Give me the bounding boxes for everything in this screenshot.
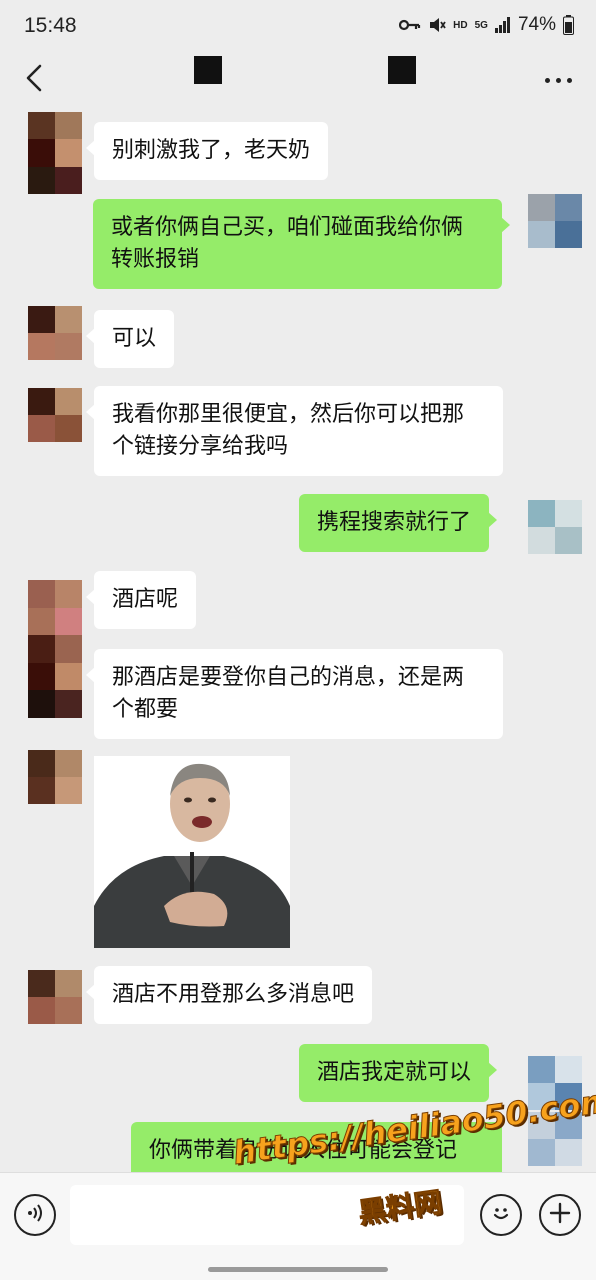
battery-icon [563, 15, 574, 35]
message-text-line: 个链接分享给我吗 [112, 434, 289, 459]
message-text: 酒店呢 [112, 587, 179, 612]
plus-icon [549, 1202, 571, 1228]
message-text-line: 我看你那里很便宜，然后你可以把那 [112, 402, 465, 427]
redacted-title-block [194, 56, 222, 84]
avatar-self[interactable] [528, 500, 582, 554]
message-text-line: 个都要 [112, 697, 179, 722]
message-bubble-outgoing[interactable]: 携程搜索就行了 [299, 494, 498, 552]
avatar-contact[interactable] [28, 580, 82, 718]
ellipsis-icon-dot [566, 77, 572, 83]
message-bubble-incoming[interactable]: 那酒店是要登你自己的消息，还是两 个都要 [86, 649, 503, 739]
ellipsis-icon-dot [555, 77, 561, 83]
chat-message-list[interactable]: 别刺激我了，老天奶 或者你俩自己买，咱们碰面我给你俩 转账报销 可以 我看你那里… [0, 108, 596, 1172]
avatar-contact[interactable] [28, 970, 82, 1024]
chevron-left-icon [25, 64, 43, 96]
status-icons: HD 5G 74% [399, 14, 574, 36]
emoji-button[interactable] [480, 1194, 522, 1236]
message-bubble-outgoing[interactable]: 酒店我定就可以 [299, 1044, 498, 1102]
sticker-person-illustration [94, 756, 290, 948]
message-text: 携程搜索就行了 [317, 510, 472, 535]
message-text-line: 或者你俩自己买，咱们碰面我给你俩 [111, 215, 464, 240]
avatar-contact[interactable] [28, 750, 82, 804]
sticker-image[interactable] [94, 756, 290, 948]
message-text: 别刺激我了，老天奶 [112, 138, 311, 163]
plus-button[interactable] [539, 1194, 581, 1236]
message-text: 酒店我定就可以 [317, 1060, 472, 1085]
home-indicator [208, 1267, 388, 1272]
redacted-title-block [388, 56, 416, 84]
avatar-contact[interactable] [28, 112, 82, 194]
5g-label: 5G [474, 19, 488, 31]
input-bar [0, 1172, 596, 1280]
message-bubble-incoming[interactable]: 我看你那里很便宜，然后你可以把那 个链接分享给我吗 [86, 386, 503, 476]
hd-label: HD [453, 19, 468, 31]
message-text: 可以 [112, 326, 157, 351]
status-time: 15:48 [24, 14, 77, 37]
emoji-icon [489, 1201, 513, 1229]
voice-button[interactable] [14, 1194, 56, 1236]
mute-icon [428, 16, 446, 34]
message-bubble-outgoing[interactable]: 或者你俩自己买，咱们碰面我给你俩 转账报销 [93, 199, 510, 289]
message-bubble-incoming[interactable]: 可以 [85, 310, 175, 368]
message-bubble-incoming[interactable]: 酒店呢 [85, 571, 197, 629]
message-text-line: 转账报销 [111, 247, 200, 272]
battery-percent: 74% [517, 14, 556, 35]
message-bubble-incoming[interactable]: 别刺激我了，老天奶 [85, 122, 329, 180]
message-bubble-incoming[interactable]: 酒店不用登那么多消息吧 [85, 966, 373, 1024]
signal-icon [494, 17, 511, 33]
vpn-key-icon [399, 18, 421, 32]
avatar-self[interactable] [528, 194, 582, 248]
avatar-contact[interactable] [28, 306, 82, 360]
avatar-contact[interactable] [28, 388, 82, 442]
message-text: 酒店不用登那么多消息吧 [112, 982, 355, 1007]
message-text-line: 那酒店是要登你自己的消息，还是两 [112, 665, 465, 690]
voice-icon [25, 1203, 45, 1227]
more-button[interactable] [538, 62, 578, 98]
ellipsis-icon-dot [544, 77, 550, 83]
back-button[interactable] [14, 60, 54, 100]
status-bar: 15:48 HD 5G 74% [0, 0, 596, 52]
chat-header [0, 52, 596, 108]
